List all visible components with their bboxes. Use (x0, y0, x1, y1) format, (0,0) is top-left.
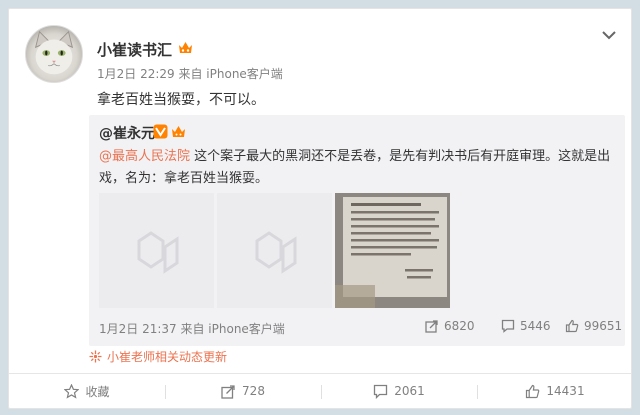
share-icon (221, 384, 235, 399)
comment-count-label: 2061 (394, 384, 425, 398)
repost-block[interactable]: @崔永元 @最高人民法院 这个案子最大的黑洞还不是丢卷，是先有判决书后有开庭审理… (89, 115, 625, 346)
thumbs-up-icon (526, 384, 540, 398)
star-icon (64, 383, 80, 399)
document-photo-icon (335, 193, 450, 308)
author-name[interactable]: 小崔读书汇 (97, 39, 172, 60)
repost-count-label: 728 (242, 384, 265, 398)
repost-share-count[interactable]: 6820 (425, 319, 475, 333)
weibo-card: 小崔读书汇 1月2日 22:29 来自 iPhone客户端 拿老百姓当猴耍，不可… (8, 8, 632, 409)
cat-avatar-icon (34, 30, 74, 75)
share-count-label: 6820 (444, 319, 475, 333)
vip-crown-icon (172, 126, 185, 137)
related-updates-label: 小崔老师相关动态更新 (107, 350, 228, 364)
document-photo-thumbnail[interactable] (335, 193, 450, 308)
related-updates-link[interactable]: 小崔老师相关动态更新 (89, 348, 227, 365)
thumbs-up-icon (565, 319, 579, 333)
post-text: 拿老百姓当猴耍，不可以。 (97, 92, 265, 108)
chevron-down-icon[interactable] (601, 29, 617, 41)
comment-count-label: 5446 (520, 319, 551, 333)
like-count-label: 99651 (584, 319, 623, 333)
repost-button[interactable]: 728 (165, 373, 321, 409)
image-placeholder-icon (99, 193, 214, 308)
image-thumbnail[interactable] (217, 193, 332, 308)
repost-like-count[interactable]: 99651 (565, 319, 622, 333)
favorite-button[interactable]: 收藏 (9, 373, 165, 409)
sparkle-icon (89, 350, 102, 363)
vip-crown-icon[interactable] (177, 39, 194, 56)
like-count-label: 14431 (546, 384, 585, 398)
verified-badge-icon (153, 124, 168, 139)
comment-button[interactable]: 2061 (321, 373, 477, 409)
repost-comment-count[interactable]: 5446 (501, 319, 551, 333)
mention-link[interactable]: @最高人民法院 (99, 149, 190, 164)
favorite-label: 收藏 (85, 384, 110, 399)
image-placeholder-icon (217, 193, 332, 308)
like-button[interactable]: 14431 (477, 373, 633, 409)
comment-icon (374, 384, 388, 399)
repost-author[interactable]: @崔永元 (99, 123, 155, 143)
repost-text: @最高人民法院 这个案子最大的黑洞还不是丢卷，是先有判决书后有开庭审理。这就是出… (99, 146, 619, 190)
share-icon (425, 320, 438, 333)
comment-icon (501, 319, 515, 333)
post-meta[interactable]: 1月2日 22:29 来自 iPhone客户端 (97, 65, 283, 82)
repost-meta[interactable]: 1月2日 21:37 来自 iPhone客户端 (99, 320, 285, 337)
avatar[interactable] (25, 25, 83, 83)
image-thumbnail[interactable] (99, 193, 214, 308)
